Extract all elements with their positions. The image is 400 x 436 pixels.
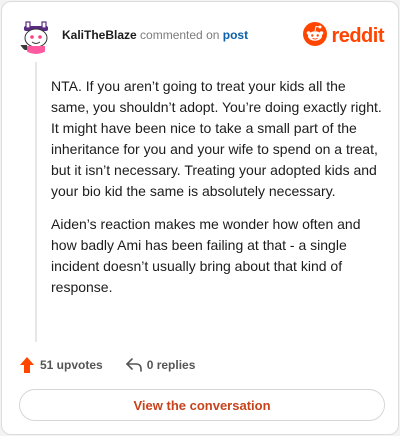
reddit-snoo-icon bbox=[303, 21, 328, 51]
comment-header: KaliTheBlaze commented on post reddit bbox=[18, 18, 384, 54]
byline: KaliTheBlaze commented on post bbox=[62, 28, 248, 42]
byline-action-text: commented on bbox=[136, 28, 223, 42]
upvote-button[interactable]: 51 upvotes bbox=[18, 356, 103, 374]
upvote-arrow-icon bbox=[18, 356, 36, 374]
reddit-wordmark: reddit bbox=[331, 24, 384, 47]
reddit-logo[interactable]: reddit bbox=[303, 21, 384, 51]
comment-body: NTA. If you aren’t going to treat your k… bbox=[51, 76, 387, 310]
user-avatar[interactable] bbox=[18, 18, 54, 54]
comment-paragraph: NTA. If you aren’t going to treat your k… bbox=[51, 78, 382, 199]
comment-card: KaliTheBlaze commented on post reddit NT… bbox=[1, 1, 399, 435]
username-link[interactable]: KaliTheBlaze bbox=[62, 28, 137, 42]
view-conversation-button[interactable]: View the conversation bbox=[19, 389, 385, 421]
comment-paragraph: Aiden’s reaction makes me wonder how oft… bbox=[51, 216, 361, 295]
upvote-count: 51 upvotes bbox=[40, 358, 103, 372]
reply-button[interactable]: 0 replies bbox=[125, 356, 196, 374]
reply-arrow-icon bbox=[125, 356, 143, 374]
post-link[interactable]: post bbox=[223, 28, 248, 42]
reply-count: 0 replies bbox=[146, 358, 196, 372]
comment-actions: 51 upvotes 0 replies bbox=[18, 354, 195, 376]
thread-line bbox=[35, 62, 37, 342]
